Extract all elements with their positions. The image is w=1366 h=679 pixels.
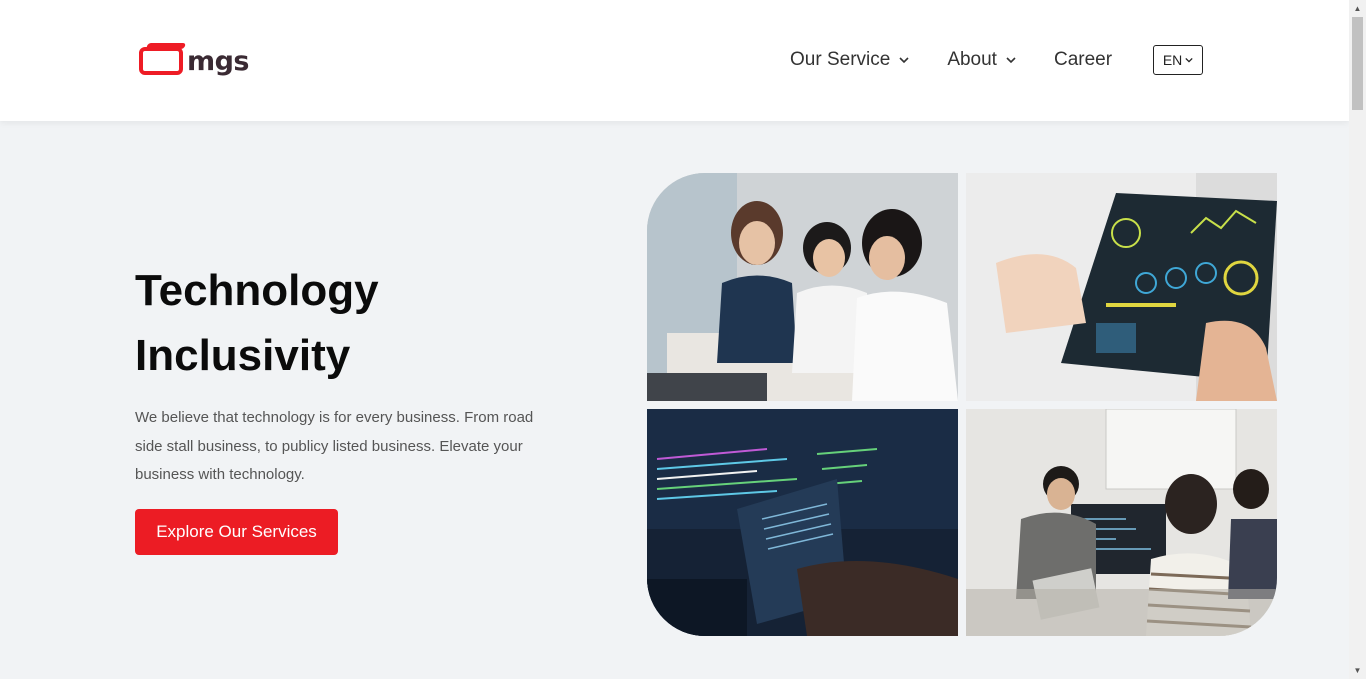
main-nav: Our Service About Career EN xyxy=(790,44,1204,76)
team-meeting-illustration xyxy=(647,173,958,401)
language-label: EN xyxy=(1162,52,1183,68)
nav-our-service[interactable]: Our Service xyxy=(790,49,909,71)
chevron-down-icon xyxy=(1006,57,1016,64)
scroll-thumb[interactable] xyxy=(1352,17,1363,110)
page-scrollbar[interactable]: ▲ ▼ xyxy=(1349,0,1366,679)
tablet-dashboard-photo xyxy=(966,173,1277,401)
page: mgs Our Service About Career EN Technolo… xyxy=(0,0,1366,679)
team-meeting-photo xyxy=(647,173,958,401)
hero-image-grid xyxy=(647,173,1277,636)
language-selector[interactable]: EN xyxy=(1153,45,1204,75)
nav-about[interactable]: About xyxy=(947,49,1016,71)
code-screen-illustration xyxy=(647,409,958,636)
site-header: mgs Our Service About Career EN xyxy=(0,0,1349,121)
scroll-down-arrow-icon[interactable]: ▼ xyxy=(1349,662,1366,679)
nav-about-label: About xyxy=(947,49,997,70)
nav-career-label: Career xyxy=(1053,49,1113,70)
chevron-down-icon xyxy=(899,57,909,64)
nav-our-service-label: Our Service xyxy=(790,49,891,70)
hero-description: We believe that technology is for every … xyxy=(135,409,534,483)
nav-career[interactable]: Career xyxy=(1054,49,1112,71)
hero-title-line2: Inclusivity xyxy=(135,331,351,380)
logo[interactable]: mgs xyxy=(139,44,250,78)
developers-office-illustration xyxy=(966,409,1277,636)
logo-text: mgs xyxy=(186,45,250,77)
code-screen-photo xyxy=(647,409,958,636)
hero-title-line1: Technology xyxy=(135,266,379,315)
developers-office-photo xyxy=(966,409,1277,636)
explore-services-button[interactable]: Explore Our Services xyxy=(135,509,338,555)
scroll-up-arrow-icon[interactable]: ▲ xyxy=(1349,0,1366,17)
tablet-dashboard-illustration xyxy=(966,173,1277,401)
logo-mark-icon xyxy=(139,47,183,75)
chevron-down-icon xyxy=(1185,57,1193,63)
hero-title: Technology Inclusivity xyxy=(135,258,555,388)
